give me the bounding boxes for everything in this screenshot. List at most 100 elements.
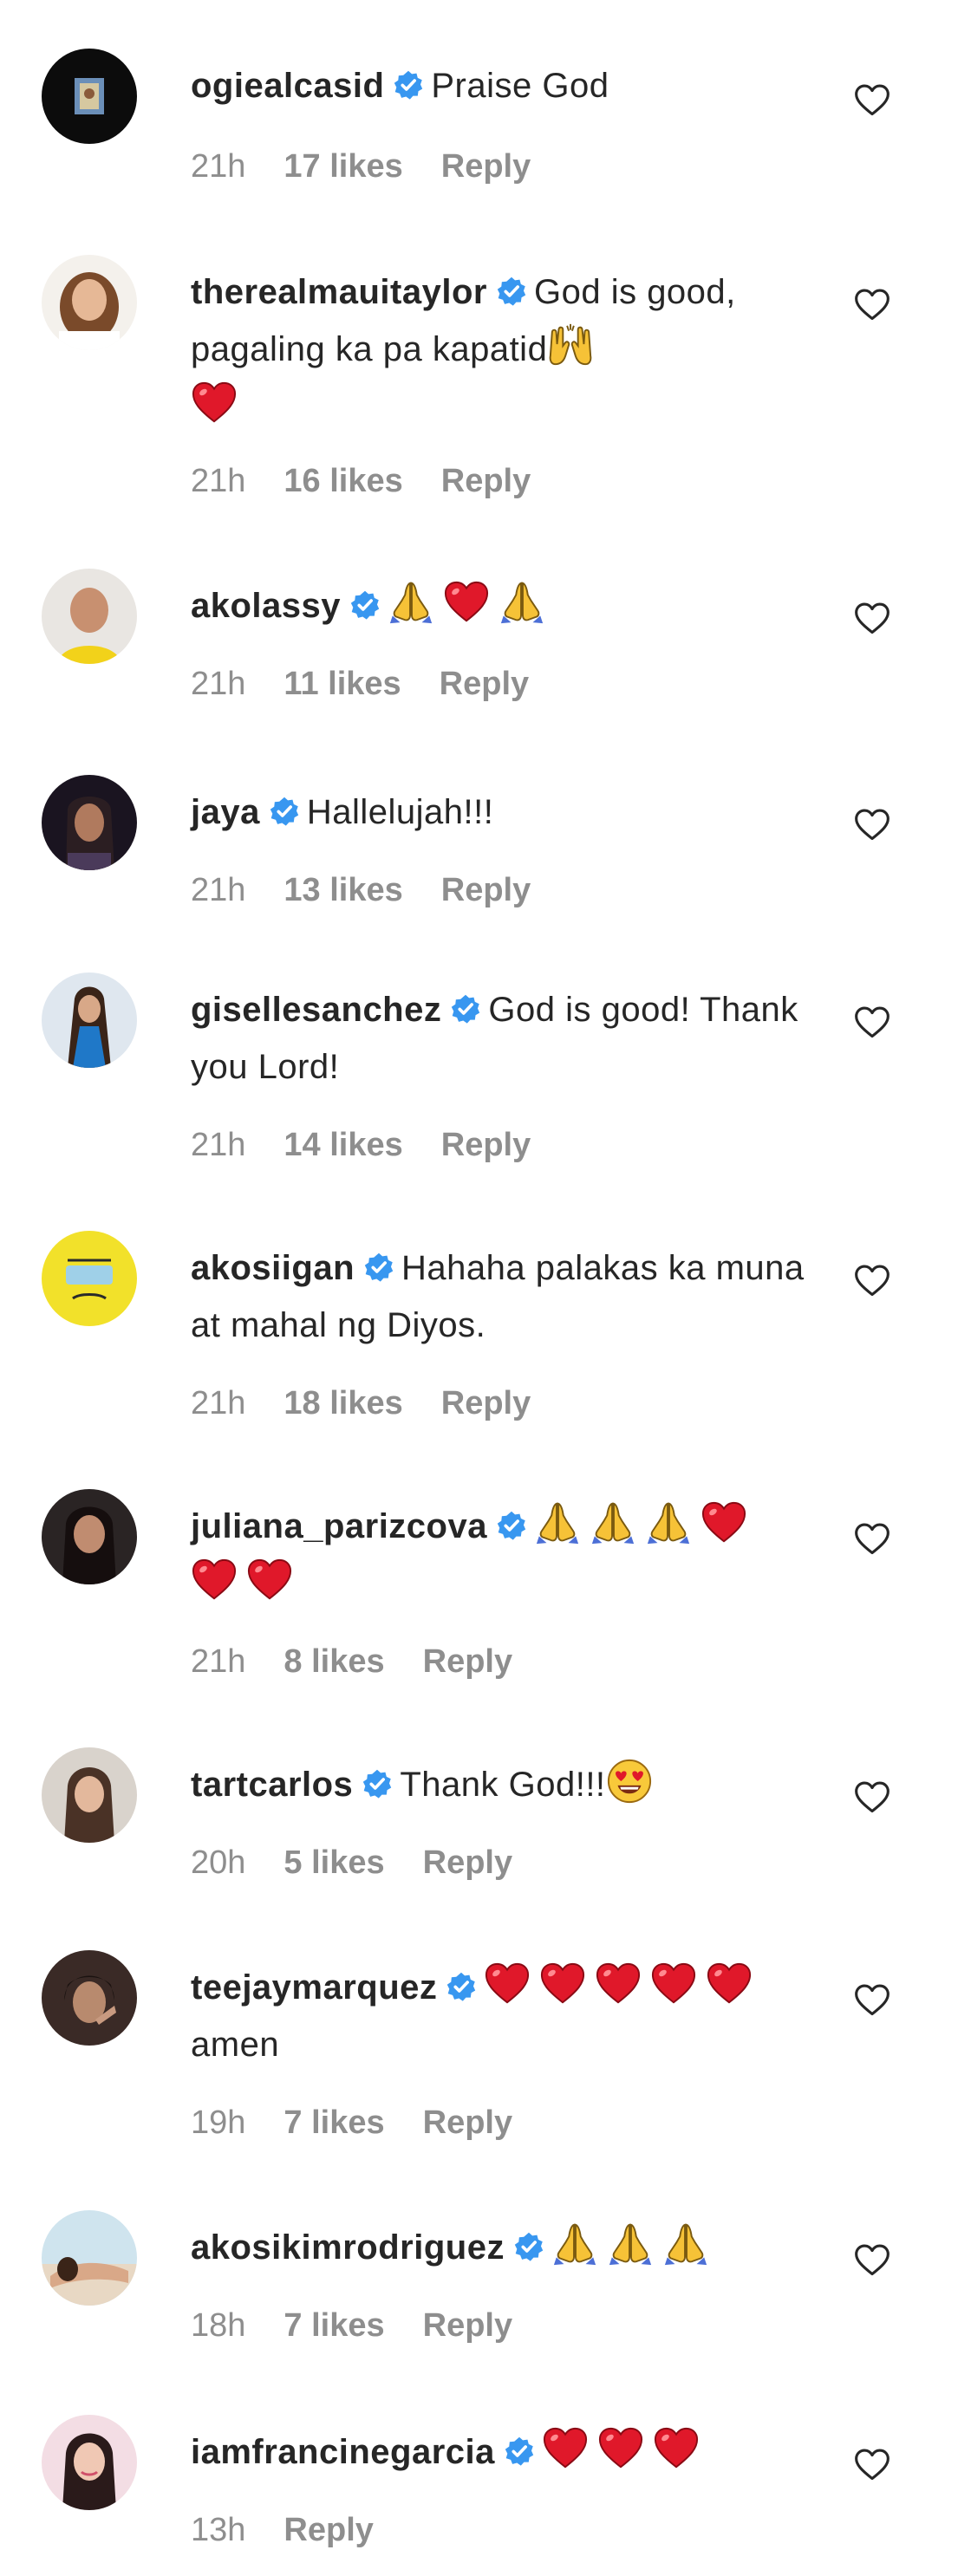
avatar[interactable] — [42, 973, 137, 1068]
comment-meta: 21h 16 likes Reply — [191, 463, 569, 500]
red-heart-emoji-icon — [650, 1961, 697, 2007]
verified-badge-icon — [393, 69, 424, 101]
comment-time[interactable]: 20h — [191, 1844, 245, 1881]
avatar[interactable] — [42, 255, 137, 350]
comment-time[interactable]: 21h — [191, 666, 245, 702]
reply-button[interactable]: Reply — [441, 1127, 531, 1163]
comment-meta: 19h 7 likes Reply — [191, 2104, 551, 2142]
like-heart-icon[interactable] — [853, 1004, 891, 1042]
avatar[interactable] — [42, 1950, 137, 2046]
avatar[interactable] — [42, 2415, 137, 2510]
red-heart-emoji-icon — [191, 380, 238, 426]
reply-button[interactable]: Reply — [441, 148, 531, 185]
verified-badge-icon — [504, 2436, 535, 2467]
red-heart-emoji-icon — [246, 1557, 293, 1603]
avatar[interactable] — [42, 2210, 137, 2306]
heart-eyes-emoji-icon — [606, 1758, 653, 1805]
comment-text: juliana_parizcova — [191, 1498, 815, 1612]
username[interactable]: jaya — [191, 793, 260, 831]
like-heart-icon[interactable] — [853, 1981, 891, 2020]
like-heart-icon[interactable] — [853, 1520, 891, 1558]
comment-meta: 21h 18 likes Reply — [191, 1385, 569, 1422]
comment-time[interactable]: 19h — [191, 2104, 245, 2141]
reply-button[interactable]: Reply — [283, 2512, 373, 2548]
likes-count[interactable]: 18 likes — [283, 1385, 402, 1421]
folded-hands-emoji-icon — [590, 1499, 636, 1546]
comment-meta: 21h 11 likes Reply — [191, 666, 567, 703]
avatar[interactable] — [42, 775, 137, 870]
comment-time[interactable]: 18h — [191, 2307, 245, 2344]
comment-time[interactable]: 21h — [191, 1385, 245, 1421]
likes-count[interactable]: 17 likes — [283, 148, 402, 185]
avatar[interactable] — [42, 1489, 137, 1584]
comment-text: gisellesanchez God is good! Thank you Lor… — [191, 981, 815, 1096]
comment-time[interactable]: 21h — [191, 1127, 245, 1163]
folded-hands-emoji-icon — [645, 1499, 692, 1546]
avatar[interactable] — [42, 1231, 137, 1326]
reply-button[interactable]: Reply — [441, 1385, 531, 1421]
red-heart-emoji-icon — [701, 1499, 747, 1546]
like-heart-icon[interactable] — [853, 1779, 891, 1817]
username[interactable]: gisellesanchez — [191, 991, 441, 1029]
username[interactable]: akosikimrodriguez — [191, 2228, 505, 2267]
username[interactable]: juliana_parizcova — [191, 1507, 487, 1545]
red-heart-emoji-icon — [597, 2425, 644, 2472]
comment-meta: 21h 8 likes Reply — [191, 1643, 551, 1681]
likes-count[interactable]: 13 likes — [283, 872, 402, 908]
like-heart-icon[interactable] — [853, 2241, 891, 2280]
comment-text: akosikimrodriguez — [191, 2219, 815, 2276]
username[interactable]: teejaymarquez — [191, 1968, 437, 2007]
likes-count[interactable]: 7 likes — [283, 2307, 384, 2344]
verified-badge-icon — [362, 1768, 393, 1799]
reply-button[interactable]: Reply — [423, 1643, 512, 1680]
likes-count[interactable]: 11 likes — [283, 666, 401, 702]
folded-hands-emoji-icon — [388, 579, 434, 626]
username[interactable]: ogiealcasid — [191, 67, 384, 105]
reply-button[interactable]: Reply — [423, 1844, 512, 1881]
likes-count[interactable]: 8 likes — [283, 1643, 384, 1680]
reply-button[interactable]: Reply — [440, 666, 529, 702]
likes-count[interactable]: 16 likes — [283, 463, 402, 499]
comment-text: ogiealcasid Praise God — [191, 57, 815, 114]
username[interactable]: iamfrancinegarcia — [191, 2433, 495, 2471]
like-heart-icon[interactable] — [853, 600, 891, 638]
folded-hands-emoji-icon — [551, 2221, 598, 2267]
like-heart-icon[interactable] — [853, 1262, 891, 1300]
comment-text: akosiigan Hahaha palakas ka muna at mahal… — [191, 1239, 815, 1354]
likes-count[interactable]: 14 likes — [283, 1127, 402, 1163]
comment-text: tartcarlos Thank God!!! — [191, 1756, 815, 1813]
comment-meta: 21h 14 likes Reply — [191, 1127, 569, 1164]
like-heart-icon[interactable] — [853, 81, 891, 120]
red-heart-emoji-icon — [653, 2425, 700, 2472]
comment-time[interactable]: 21h — [191, 148, 245, 185]
username[interactable]: therealmauitaylor — [191, 273, 487, 311]
like-heart-icon[interactable] — [853, 2446, 891, 2484]
reply-button[interactable]: Reply — [441, 463, 531, 499]
comment-text: akolassy — [191, 577, 815, 634]
like-heart-icon[interactable] — [853, 806, 891, 844]
avatar[interactable] — [42, 569, 137, 664]
red-heart-emoji-icon — [706, 1961, 753, 2007]
avatar[interactable] — [42, 1747, 137, 1843]
username[interactable]: akosiigan — [191, 1249, 355, 1287]
comment-body: amen — [191, 2026, 280, 2064]
comment-meta: 13h Reply — [191, 2512, 412, 2549]
verified-badge-icon — [269, 796, 300, 827]
likes-count[interactable]: 7 likes — [283, 2104, 384, 2141]
reply-button[interactable]: Reply — [423, 2104, 512, 2141]
red-heart-emoji-icon — [443, 579, 490, 626]
reply-button[interactable]: Reply — [441, 872, 531, 908]
username[interactable]: akolassy — [191, 587, 341, 625]
like-heart-icon[interactable] — [853, 286, 891, 324]
comment-time[interactable]: 21h — [191, 1643, 245, 1680]
comment-time[interactable]: 13h — [191, 2512, 245, 2548]
avatar[interactable] — [42, 49, 137, 144]
username[interactable]: tartcarlos — [191, 1766, 353, 1804]
red-heart-emoji-icon — [191, 1557, 238, 1603]
comment-meta: 21h 13 likes Reply — [191, 872, 569, 909]
comment-time[interactable]: 21h — [191, 463, 245, 499]
comment-time[interactable]: 21h — [191, 872, 245, 908]
likes-count[interactable]: 5 likes — [283, 1844, 384, 1881]
folded-hands-emoji-icon — [534, 1499, 581, 1546]
reply-button[interactable]: Reply — [423, 2307, 512, 2344]
